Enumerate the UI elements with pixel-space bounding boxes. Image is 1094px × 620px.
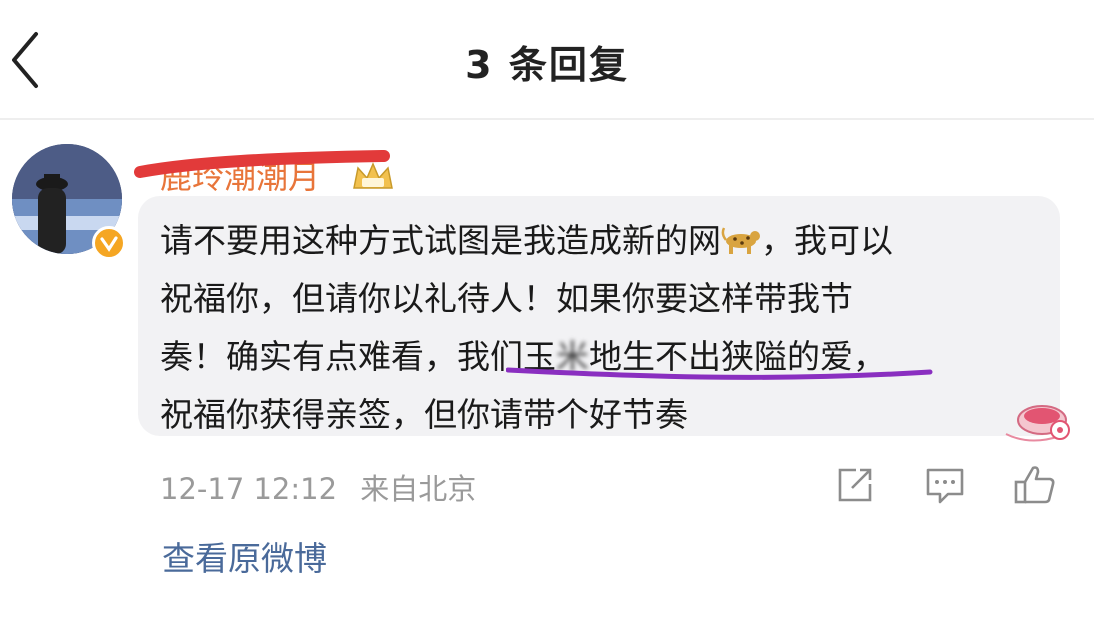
like-button[interactable] bbox=[1012, 462, 1058, 508]
share-icon bbox=[838, 468, 872, 502]
comment-line: 祝福你，但请你以礼待人！如果你要这样带我节 bbox=[160, 279, 853, 318]
comment-text: 请不要用这种方式试图是我造成新的网 ，我可以 祝福你，但请你以礼待人！如果你要这样… bbox=[160, 212, 1050, 444]
page-title: 3 条回复 bbox=[465, 43, 629, 87]
comment-button[interactable] bbox=[922, 462, 968, 508]
location: 来自北京 bbox=[360, 472, 477, 506]
timestamp: 12-17 12:12 bbox=[160, 472, 338, 506]
view-original-link[interactable]: 查看原微博 bbox=[162, 532, 327, 580]
underline-mark bbox=[506, 367, 933, 380]
reply-screen: 3 条回复 鹿玲潮潮月 请不要用这种方式试图是我造成新的网 ，我可以 祝福你，但请… bbox=[0, 0, 1094, 620]
leopard-emoji-icon bbox=[721, 227, 760, 254]
reply-meta: 12-17 12:12 来自北京 bbox=[160, 466, 476, 508]
comment-line: 祝福你获得亲签，但你请带个好节奏 bbox=[160, 395, 688, 434]
comment-line: 请不要用这种方式试图是我造成新的网 ，我可以 bbox=[160, 221, 893, 260]
verified-badge-icon bbox=[92, 226, 126, 260]
comment-icon bbox=[926, 468, 964, 504]
share-button[interactable] bbox=[832, 462, 878, 508]
crown-badge-icon bbox=[353, 162, 393, 189]
sticker-decoration bbox=[1005, 405, 1070, 442]
header-bar: 3 条回复 bbox=[0, 0, 1094, 120]
thumbs-up-icon bbox=[1014, 466, 1055, 504]
